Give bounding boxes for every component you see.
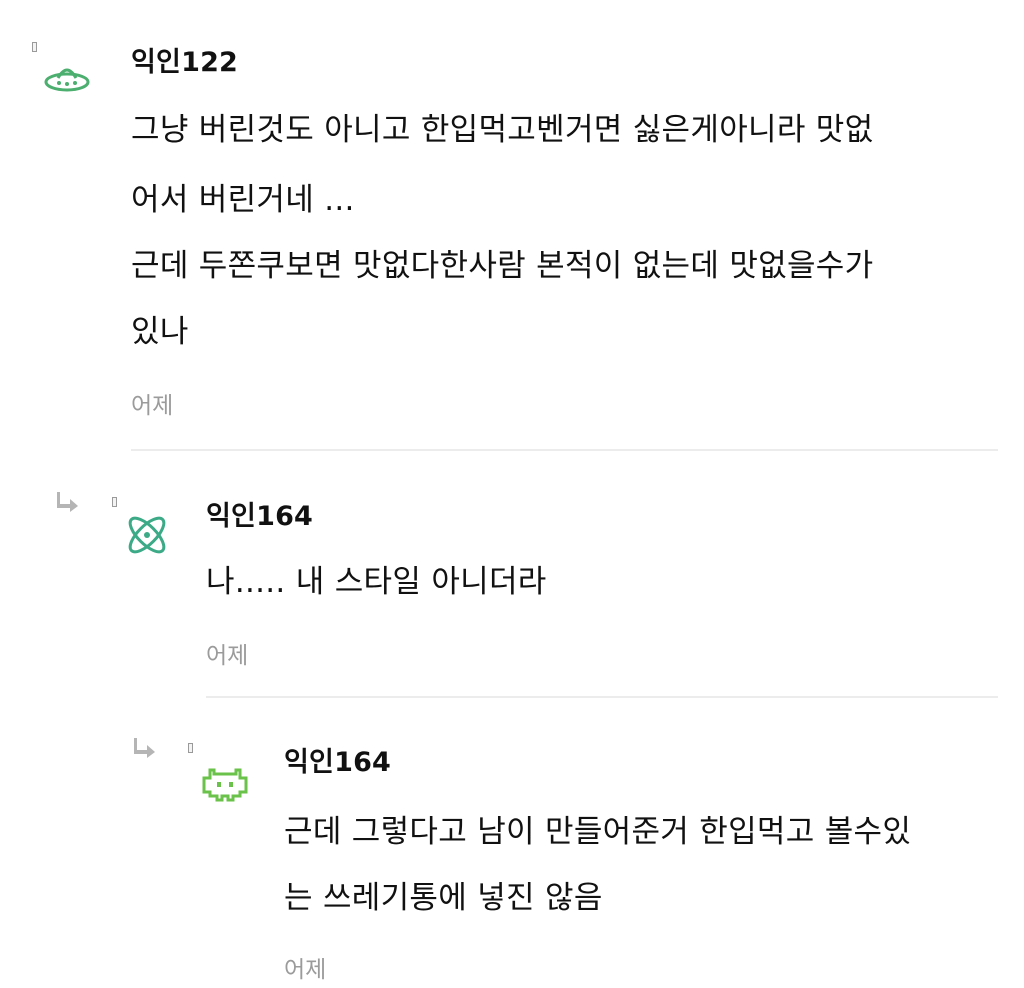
comment-text-line: 그냥 버린것도 아니고 한입먹고벤거면 싫은게아니라 맛없 bbox=[131, 112, 874, 148]
comment-author[interactable]: 익인122 bbox=[131, 40, 238, 79]
comment-timestamp: 어제 bbox=[131, 393, 174, 419]
comment-text-line: 있나 bbox=[131, 314, 189, 350]
comment-text-line: 근데 그렇다고 남이 만들어준거 한입먹고 볼수있 bbox=[284, 814, 912, 850]
comment-text-line: 나..... 내 스타일 아니더라 bbox=[206, 564, 547, 600]
divider bbox=[131, 449, 998, 451]
divider bbox=[206, 696, 998, 698]
comment-timestamp: 어제 bbox=[206, 643, 249, 669]
reply-arrow-icon bbox=[57, 492, 78, 512]
atom-icon bbox=[128, 516, 166, 554]
comment-author[interactable]: 익인164 bbox=[284, 740, 391, 779]
comment-author[interactable]: 익인164 bbox=[206, 494, 313, 533]
comment-timestamp: 어제 bbox=[284, 957, 327, 983]
ufo-icon bbox=[44, 68, 90, 92]
report-checkbox-icon[interactable] bbox=[112, 497, 117, 507]
report-checkbox-icon[interactable] bbox=[32, 42, 37, 52]
space-invader-icon bbox=[202, 768, 248, 802]
reply-arrow-icon bbox=[134, 738, 155, 758]
comment-text-line: 어서 버린거네 ... bbox=[131, 182, 355, 218]
comment-text-line: 는 쓰레기통에 넣진 않음 bbox=[284, 880, 603, 916]
report-checkbox-icon[interactable] bbox=[188, 743, 193, 753]
comment-text-line: 근데 두쫀쿠보면 맛없다한사람 본적이 없는데 맛없을수가 bbox=[131, 248, 874, 284]
